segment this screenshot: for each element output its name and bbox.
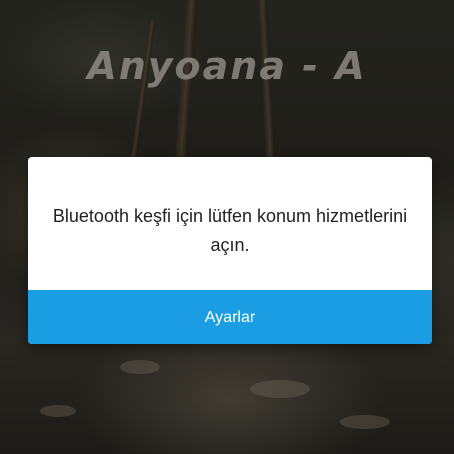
settings-button[interactable]: Ayarlar [28, 290, 432, 344]
background-rock [340, 415, 390, 429]
app-screen: Anyoana - A Bluetooth keşfi için lütfen … [0, 0, 454, 454]
background-rock [40, 405, 76, 417]
background-tree-trunk [130, 20, 156, 160]
background-rock [120, 360, 160, 374]
location-permission-dialog: Bluetooth keşfi için lütfen konum hizmet… [28, 157, 432, 344]
dialog-message: Bluetooth keşfi için lütfen konum hizmet… [52, 206, 408, 255]
app-logo: Anyoana - A [87, 44, 367, 88]
background-rock [250, 380, 310, 398]
